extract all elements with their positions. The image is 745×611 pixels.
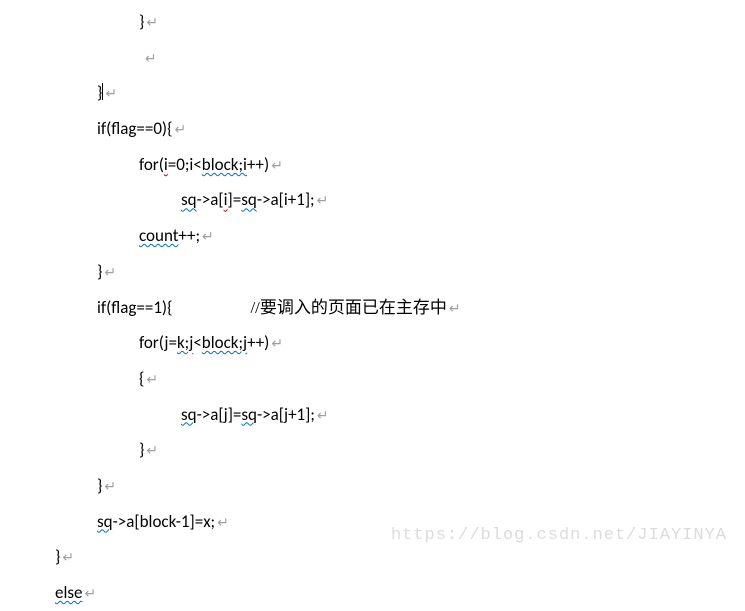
- code-line: count++;↵: [55, 218, 745, 254]
- code-text: =0;i<: [168, 154, 202, 175]
- return-mark: ↵: [217, 514, 229, 531]
- comment-text: //要调入的页面已在主存中: [250, 298, 446, 317]
- code-line: }↵: [55, 468, 745, 504]
- var-sq: sq: [241, 404, 257, 425]
- return-mark: ↵: [146, 14, 158, 31]
- code-line: }↵: [55, 254, 745, 290]
- var-sq: sq: [241, 189, 257, 210]
- return-mark: ↵: [84, 585, 96, 602]
- code-text: <: [193, 332, 201, 353]
- code-text: ->a[block-1]=x;: [113, 511, 216, 532]
- code-line: for(i=0;i<block;i++)↵: [55, 147, 745, 183]
- return-mark: ↵: [174, 121, 186, 138]
- var-block: block;i: [202, 154, 247, 175]
- var-sq: sq: [181, 189, 197, 210]
- return-mark: ↵: [317, 192, 329, 209]
- text-cursor: [102, 83, 103, 100]
- for-keyword: for(: [139, 154, 164, 175]
- code-line: }↵: [55, 432, 745, 468]
- if-statement: if(flag==1){: [97, 297, 172, 318]
- code-text: ->a[: [197, 189, 224, 210]
- if-statement: if(flag==0){: [97, 118, 172, 139]
- blank: [139, 47, 143, 68]
- return-mark: ↵: [271, 157, 283, 174]
- brace-close: }: [139, 439, 144, 460]
- return-mark: ↵: [146, 371, 158, 388]
- code-text: ++): [247, 154, 269, 175]
- return-mark: ↵: [105, 85, 117, 102]
- return-mark: ↵: [449, 300, 461, 317]
- code-line: ↵: [55, 40, 745, 76]
- code-line: }↵: [55, 75, 745, 111]
- code-line: else↵: [55, 575, 745, 611]
- return-mark: ↵: [145, 50, 157, 67]
- brace-close: }: [55, 546, 60, 567]
- brace-open: {: [139, 368, 144, 389]
- return-mark: ↵: [271, 335, 283, 352]
- code-line: sq->a[i]=sq->a[i+1];↵: [55, 182, 745, 218]
- watermark-text: https://blog.csdn.net/JIAYINYA: [391, 518, 727, 554]
- code-text: ->a[j+1];: [257, 404, 315, 425]
- return-mark: ↵: [146, 442, 158, 459]
- code-line: sq->a[j]=sq->a[j+1];↵: [55, 397, 745, 433]
- code-text: ->a[j]=: [197, 404, 242, 425]
- code-line: if(flag==1){ //要调入的页面已在主存中↵: [55, 290, 745, 326]
- code-text: ]=: [228, 189, 242, 210]
- for-keyword: for(: [139, 332, 164, 353]
- code-text: ++): [247, 332, 269, 353]
- var-count: count: [139, 225, 178, 246]
- code-line: if(flag==0){↵: [55, 111, 745, 147]
- return-mark: ↵: [317, 407, 329, 424]
- return-mark: ↵: [202, 228, 214, 245]
- code-text: j=: [164, 332, 177, 353]
- code-line: }↵: [55, 4, 745, 40]
- return-mark: ↵: [104, 264, 116, 281]
- var-sq: sq: [97, 511, 113, 532]
- code-text: ->a[i+1];: [257, 189, 315, 210]
- code-line: {↵: [55, 361, 745, 397]
- var-sq: sq: [181, 404, 197, 425]
- brace-close: }: [139, 11, 144, 32]
- else-keyword: else: [55, 582, 82, 603]
- code-line: for(j=k;j<block;j++)↵: [55, 325, 745, 361]
- brace-close: }: [97, 475, 102, 496]
- return-mark: ↵: [104, 478, 116, 495]
- return-mark: ↵: [62, 549, 74, 566]
- code-text: ++;: [178, 225, 200, 246]
- var-block: block;j: [202, 332, 247, 353]
- var-kj: k;j: [177, 332, 193, 353]
- brace-close: }: [97, 261, 102, 282]
